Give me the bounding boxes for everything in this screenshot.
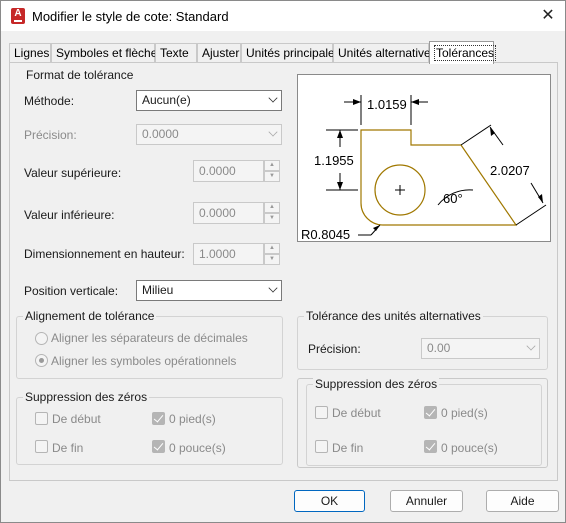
- height-spinner[interactable]: ▲ ▼: [264, 243, 280, 265]
- alt-leading-zero-label: De début: [332, 406, 381, 420]
- help-button[interactable]: Aide: [486, 490, 559, 512]
- precision-label: Précision:: [24, 128, 77, 142]
- alt-zero-feet-label: 0 pied(s): [441, 406, 488, 420]
- tab-ajuster[interactable]: Ajuster: [197, 43, 241, 63]
- chevron-down-icon: [268, 93, 278, 103]
- spin-down-icon[interactable]: ▼: [264, 213, 280, 224]
- dim-top-text: 1.0159: [367, 97, 407, 112]
- alt-leading-zero-checkbox[interactable]: [315, 406, 328, 419]
- window-title: Modifier le style de cote: Standard: [32, 9, 229, 24]
- precision-select[interactable]: 0.0000: [136, 124, 282, 145]
- method-select[interactable]: Aucun(e): [136, 90, 282, 111]
- tab-tolerances-label: Tolérances: [434, 45, 497, 61]
- zero-inches-label: 0 pouce(s): [169, 441, 226, 455]
- align-decimal-radio[interactable]: [35, 332, 48, 345]
- leading-zero-checkbox[interactable]: [35, 412, 48, 425]
- zero-suppression-title: Suppression des zéros: [23, 390, 150, 404]
- lower-value-input[interactable]: 0.0000 ▲ ▼: [193, 202, 280, 224]
- method-value: Aucun(e): [142, 93, 191, 107]
- alt-trailing-zero-label: De fin: [332, 441, 364, 455]
- alignment-title: Alignement de tolérance: [23, 309, 157, 323]
- alt-precision-select[interactable]: 0.00: [421, 338, 540, 359]
- height-label: Dimensionnement en hauteur:: [24, 247, 185, 261]
- title-bar: A Modifier le style de cote: Standard ✕: [1, 1, 565, 31]
- lower-value: 0.0000: [199, 206, 236, 220]
- autocad-app-icon: A: [11, 8, 25, 24]
- leading-zero-label: De début: [52, 412, 101, 426]
- spin-up-icon[interactable]: ▲: [264, 243, 280, 254]
- align-decimal-label: Aligner les séparateurs de décimales: [51, 331, 248, 345]
- method-label: Méthode:: [24, 94, 75, 108]
- upper-value-input[interactable]: 0.0000 ▲ ▼: [193, 160, 280, 182]
- upper-value-label: Valeur supérieure:: [24, 166, 122, 180]
- tab-unites-alternatives[interactable]: Unités alternatives: [333, 43, 437, 63]
- tab-tolerances[interactable]: Tolérances: [429, 41, 497, 64]
- chevron-down-icon: [268, 127, 278, 137]
- preview-drawing: 1.0159 1.1955 2.0207 60° R0.8045: [301, 95, 547, 242]
- alignment-group: Alignement de tolérance: [16, 309, 283, 379]
- align-symbols-label: Aligner les symboles opérationnels: [51, 354, 237, 368]
- chevron-down-icon: [268, 283, 278, 293]
- alt-precision-label: Précision:: [308, 342, 361, 356]
- upper-value: 0.0000: [199, 164, 236, 178]
- spin-down-icon[interactable]: ▼: [264, 254, 280, 265]
- alt-zero-inches-label: 0 pouce(s): [441, 441, 498, 455]
- ok-button[interactable]: OK: [294, 490, 365, 512]
- trailing-zero-checkbox[interactable]: [35, 440, 48, 453]
- angle-text: 60°: [443, 191, 463, 206]
- alt-tolerance-title: Tolérance des unités alternatives: [304, 309, 483, 323]
- lower-value-label: Valeur inférieure:: [24, 208, 115, 222]
- alt-zero-inches-checkbox[interactable]: [424, 440, 437, 453]
- dim-left-text: 1.1955: [314, 153, 354, 168]
- zero-feet-label: 0 pied(s): [169, 412, 216, 426]
- zero-inches-checkbox[interactable]: [152, 440, 165, 453]
- dim-right-text: 2.0207: [490, 163, 530, 178]
- dialog-window: A Modifier le style de cote: Standard ✕ …: [0, 0, 566, 523]
- alt-zero-feet-checkbox[interactable]: [424, 406, 437, 419]
- close-icon[interactable]: ✕: [537, 5, 559, 27]
- spin-down-icon[interactable]: ▼: [264, 171, 280, 182]
- upper-value-spinner[interactable]: ▲ ▼: [264, 160, 280, 182]
- alt-precision-value: 0.00: [427, 341, 451, 355]
- cancel-button[interactable]: Annuler: [390, 490, 463, 512]
- spin-up-icon[interactable]: ▲: [264, 160, 280, 171]
- trailing-zero-label: De fin: [52, 441, 84, 455]
- align-symbols-radio[interactable]: [35, 354, 48, 367]
- height-input[interactable]: 1.0000 ▲ ▼: [193, 243, 280, 265]
- tab-texte[interactable]: Texte: [155, 43, 197, 63]
- spin-up-icon[interactable]: ▲: [264, 202, 280, 213]
- chevron-down-icon: [526, 341, 536, 351]
- alt-zero-suppression-title: Suppression des zéros: [313, 377, 440, 391]
- vertical-position-label: Position verticale:: [24, 284, 119, 298]
- alt-trailing-zero-checkbox[interactable]: [315, 440, 328, 453]
- vertical-position-value: Milieu: [142, 283, 174, 297]
- tab-unites-principales[interactable]: Unités principales: [241, 43, 341, 63]
- tab-lignes[interactable]: Lignes: [9, 43, 51, 63]
- radius-text: R0.8045: [301, 227, 350, 241]
- lower-value-spinner[interactable]: ▲ ▼: [264, 202, 280, 224]
- preview-image: 1.0159 1.1955 2.0207 60° R0.8045: [297, 74, 551, 242]
- height-value: 1.0000: [199, 247, 236, 261]
- tab-symboles[interactable]: Symboles et flèches: [51, 43, 163, 63]
- vertical-position-select[interactable]: Milieu: [136, 280, 282, 301]
- zero-feet-checkbox[interactable]: [152, 412, 165, 425]
- tolerance-format-title: Format de tolérance: [24, 68, 136, 82]
- precision-value: 0.0000: [142, 127, 179, 141]
